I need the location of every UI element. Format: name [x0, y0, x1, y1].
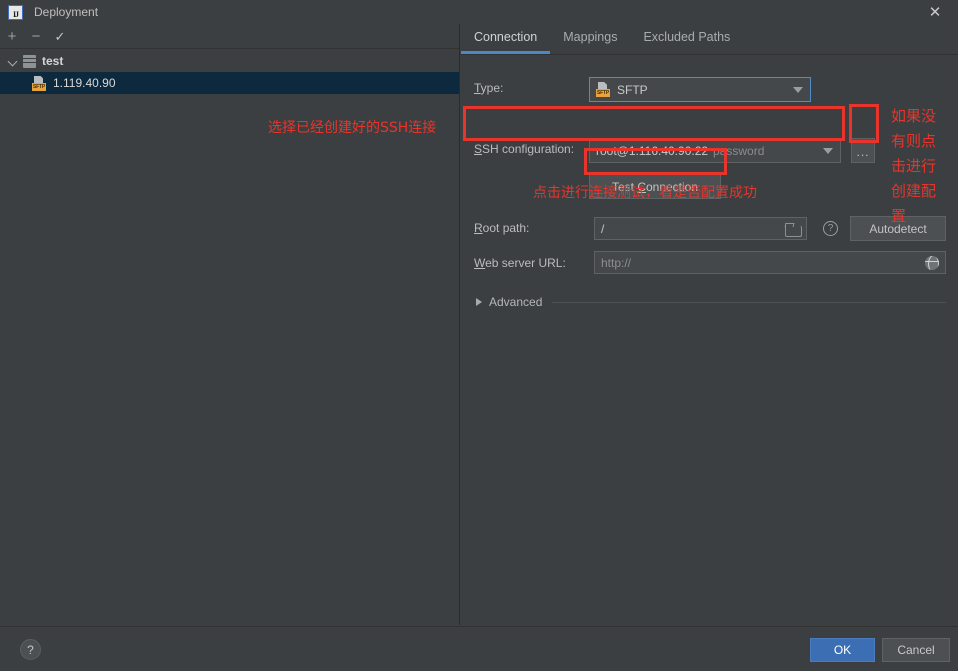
servers-panel: + − ✓ test SFTP 1.119.40.90 [0, 24, 460, 625]
root-path-value: / [601, 221, 605, 236]
annotation-browse-note: 如果没 有则点 击进行 创建配 置 [891, 104, 951, 229]
dialog-footer: ? OK Cancel [0, 626, 958, 671]
tree-item-label: 1.119.40.90 [53, 76, 116, 90]
connection-panel: Connection Mappings Excluded Paths Type:… [461, 24, 958, 625]
web-server-url-value: http:// [601, 255, 632, 270]
type-label-row: Type: [474, 81, 503, 95]
folder-icon[interactable] [785, 223, 802, 237]
annotation-browse-note-line-5: 置 [891, 207, 907, 225]
ssh-config-browse-button[interactable]: ... [851, 138, 875, 163]
sftp-icon: SFTP [32, 75, 47, 91]
servers-toolbar: + − ✓ [0, 24, 459, 49]
ssh-config-auth-type: password [713, 143, 765, 158]
minus-icon[interactable]: − [24, 25, 48, 47]
help-circle-icon[interactable]: ? [823, 221, 838, 236]
chevron-down-icon[interactable] [823, 147, 833, 154]
settings-tabs: Connection Mappings Excluded Paths [461, 24, 958, 55]
annotation-browse-note-line-3: 击进行 [891, 157, 937, 175]
chevron-down-icon[interactable] [793, 86, 803, 93]
type-select[interactable]: SFTP SFTP [589, 77, 811, 102]
dialog-titlebar: IJ Deployment ✕ [0, 0, 958, 24]
sftp-icon: SFTP [596, 82, 611, 97]
web-server-url-input[interactable]: http:// [594, 251, 946, 274]
tab-connection[interactable]: Connection [461, 24, 551, 54]
chevron-right-icon[interactable] [476, 298, 482, 306]
tree-group-test[interactable]: test [0, 50, 459, 72]
tree-group-label: test [42, 54, 64, 68]
ssh-config-label-row: SSH configuration: [474, 142, 574, 156]
server-group-icon [23, 54, 36, 68]
tree-item-server[interactable]: SFTP 1.119.40.90 [0, 72, 459, 94]
root-path-label: Root path: [474, 221, 530, 235]
advanced-section-header[interactable]: Advanced [476, 295, 946, 309]
advanced-label: Advanced [489, 295, 543, 309]
tab-mappings[interactable]: Mappings [550, 24, 630, 54]
annotation-ssh-note: 选择已经创建好的SSH连接 [268, 120, 437, 136]
ok-button[interactable]: OK [810, 638, 875, 662]
close-icon[interactable]: ✕ [926, 3, 944, 21]
tab-excluded-paths[interactable]: Excluded Paths [630, 24, 743, 54]
cancel-button[interactable]: Cancel [882, 638, 950, 662]
globe-icon[interactable] [925, 255, 939, 270]
dialog-title: Deployment [34, 5, 99, 19]
check-icon[interactable]: ✓ [48, 25, 72, 47]
deployment-dialog: IJ Deployment ✕ + − ✓ test SFTP 1.119.40… [0, 0, 958, 671]
intellij-idea-icon: IJ [8, 4, 23, 20]
ssh-config-select[interactable]: root@1.116.40.90:22 password [589, 138, 841, 163]
annotation-browse-note-line-1: 如果没 [891, 107, 937, 125]
root-path-input[interactable]: / [594, 217, 807, 240]
ssh-config-label: SSH configuration: [474, 142, 575, 156]
type-value: SFTP [617, 82, 648, 97]
chevron-down-icon[interactable] [8, 56, 19, 67]
web-server-url-label: Web server URL: [474, 256, 566, 270]
annotation-test-note: 点击进行连接测试，看是否配置成功 [533, 185, 757, 201]
root-path-label-row: Root path: [474, 221, 529, 235]
help-circle-icon[interactable]: ? [20, 639, 41, 660]
annotation-browse-note-line-2: 有则点 [891, 132, 937, 150]
plus-icon[interactable]: + [0, 25, 24, 47]
ssh-config-value: root@1.116.40.90:22 [596, 143, 709, 158]
annotation-browse-note-line-4: 创建配 [891, 182, 937, 200]
type-label: Type: [474, 81, 504, 95]
sftp-icon-label: SFTP [32, 82, 46, 91]
web-server-url-label-row: Web server URL: [474, 256, 566, 270]
divider [552, 301, 946, 303]
sftp-icon-label: SFTP [596, 89, 610, 97]
